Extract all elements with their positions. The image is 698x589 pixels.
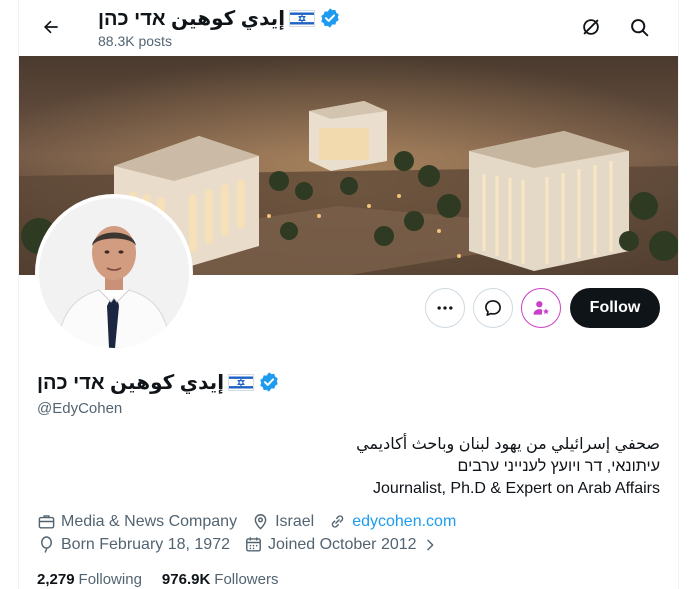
location-pin-icon [254,514,267,530]
birthday-item: Born February 18, 1972 [37,535,230,554]
posts-count: 88.3K posts [98,33,172,49]
following-count: 2,279 [37,571,75,588]
website-link[interactable]: edycohen.com [352,513,456,531]
column-border-right [678,0,679,589]
message-button[interactable] [473,288,513,328]
briefcase-icon [38,515,55,529]
website-item[interactable]: edycohen.com [328,512,456,531]
profile-name-row: إيدي كوهين אדי כהן [37,369,280,395]
bio-line-english: Journalist, Ph.D & Expert on Arab Affair… [373,480,660,497]
display-name: إيدي كوهين אדי כהן [37,371,225,394]
follow-button[interactable]: Follow [570,288,660,328]
search-icon [630,18,648,36]
follow-counts: 2,279 Following 976.9K Followers [37,571,278,588]
chevron-right-icon [426,539,433,550]
category-item: Media & News Company [37,512,237,531]
israel-flag-icon [289,9,316,27]
joined-item[interactable]: Joined October 2012 [244,535,438,554]
verified-badge-icon[interactable] [258,371,280,393]
location-item: Israel [251,512,314,531]
header-name: إيدي كوهين אדי כהן [98,7,286,30]
more-options-button[interactable] [425,288,465,328]
link-icon [331,515,344,528]
followers-count: 976.9K [161,571,211,588]
location-label: Israel [275,512,315,530]
message-bubble-icon [485,300,501,316]
profile-meta-row-2: Born February 18, 1972 Joined October 20… [37,535,438,554]
birthday-label: Born February 18, 1972 [61,535,230,553]
verified-badge-icon [321,8,339,28]
search-button[interactable] [621,9,657,45]
header-title-block: إيدي كوهين אדי כהן 88.3K posts [98,5,341,49]
dont-follow-button[interactable] [573,9,609,45]
profile-header-bar: إيدي كوهين אדי כהן 88.3K posts [19,0,678,56]
category-label: Media & News Company [61,512,238,530]
bio-line-hebrew: עיתונאי, דר ויועץ לענייני ערבים [457,458,660,475]
following-link[interactable]: 2,279 Following [37,571,142,588]
back-button[interactable] [33,9,69,45]
slashed-circle-icon [583,19,599,35]
profile-bio: صحفي إسرائيلي من يهود لبنان وباحث أكاديم… [100,434,660,500]
arrow-left-icon [43,20,58,34]
profile-avatar[interactable] [35,194,193,352]
avatar-photo [39,198,189,348]
person-star-icon [533,301,549,315]
subscribe-button[interactable] [521,288,561,328]
balloon-icon [41,536,52,553]
following-label: Following [78,571,142,588]
followers-label: Followers [214,571,279,588]
bio-line-arabic: صحفي إسرائيلي من يهود لبنان وباحث أكاديم… [356,436,660,453]
joined-label: Joined October 2012 [268,535,417,553]
profile-handle: @EdyCohen [37,400,123,417]
israel-flag-icon [228,373,255,391]
followers-link[interactable]: 976.9K Followers [162,571,279,588]
profile-meta-row-1: Media & News Company Israel edycohen.com [37,512,456,531]
calendar-icon [246,537,261,552]
more-horizontal-icon [437,306,453,310]
